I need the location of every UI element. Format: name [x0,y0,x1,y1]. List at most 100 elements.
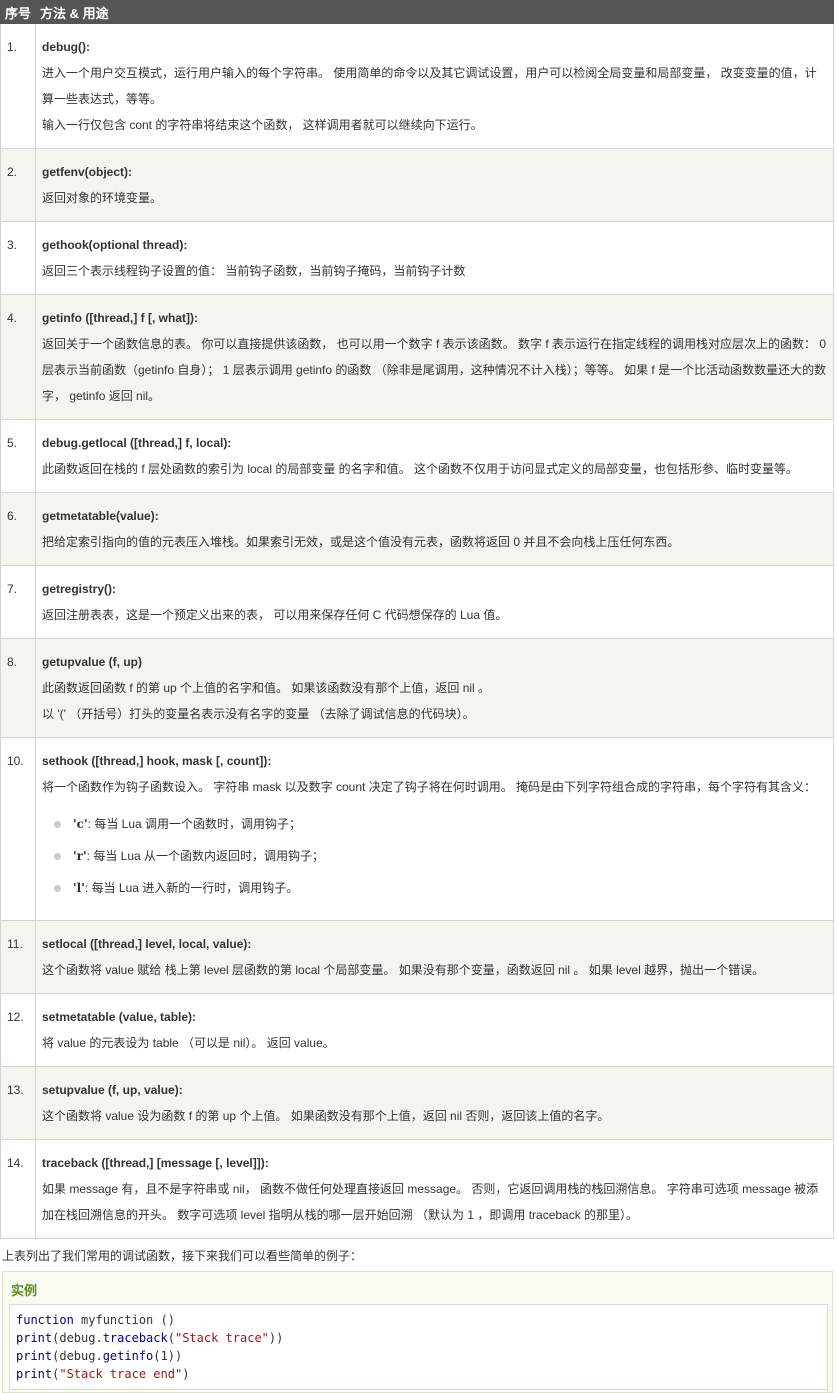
method-signature: traceback ([thread,] [message [, level]]… [42,1156,269,1170]
mask-char: 'c' [73,817,88,831]
code-token: (debug. [52,1331,103,1345]
method-signature: sethook ([thread,] hook, mask [, count])… [42,754,272,768]
code-token: (debug. [52,1349,103,1363]
row-content: getmetatable(value): 把给定索引指向的值的元表压入堆栈。如果索… [35,492,834,566]
code-line: print(debug.getinfo(1)) [16,1347,821,1365]
list-item: 'r': 每当 Lua 从一个函数内返回时，调用钩子； [54,840,827,872]
row-index: 12. [0,993,36,1067]
row-index: 14. [0,1139,36,1239]
mask-char: 'r' [73,849,87,863]
code-token: ( [167,1331,175,1345]
example-box: 实例 function myfunction () print(debug.tra… [2,1271,833,1393]
method-description: 将 value 的元表设为 table （可以是 nil）。 返回 value。 [42,1036,335,1050]
row-content: debug.getlocal ([thread,] f, local): 此函数返… [35,419,834,493]
row-content: sethook ([thread,] hook, mask [, count])… [35,737,834,921]
method-description: 输入一行仅包含 cont 的字符串将结束这个函数， 这样调用者就可以继续向下运行… [42,118,483,132]
row-content: getregistry(): 返回注册表表，这是一个预定义出来的表， 可以用来保存… [35,565,834,639]
method-description: 把给定索引指向的值的元表压入堆栈。如果索引无效，或是这个值没有元表，函数将返回 … [42,535,680,549]
method-signature: getupvalue (f, up) [42,655,142,669]
method-description: 这个函数将 value 设为函数 f 的第 up 个上值。 如果函数没有那个上值… [42,1109,610,1123]
row-index: 2. [0,148,36,222]
debug-functions-table: 序号 方法 & 用途 1. debug(): 进入一个用户交互模式，运行用户输入的每… [0,0,834,1239]
table-row: 5. debug.getlocal ([thread,] f, local): 此函… [0,419,834,493]
method-signature: setmetatable (value, table): [42,1010,197,1024]
table-row: 6. getmetatable(value): 把给定索引指向的值的元表压入堆栈。如… [0,492,834,566]
mask-description: : 每当 Lua 调用一个函数时，调用钩子； [87,817,302,831]
row-index: 13. [0,1066,36,1140]
code-block: function myfunction () print(debug.traceb… [9,1304,828,1390]
table-row: 1. debug(): 进入一个用户交互模式，运行用户输入的每个字符串。 使用简单的… [0,23,834,149]
code-token: getinfo [102,1349,154,1363]
method-signature: gethook(optional thread): [42,238,188,252]
row-index: 10. [0,737,36,921]
method-description: 此函数返回在栈的 f 层处函数的索引为 local 的局部变量 的名字和值。 这… [42,462,799,476]
bullet-icon [54,885,61,893]
code-token: function [16,1313,74,1327]
code-token: "Stack trace end" [59,1367,183,1381]
code-token: print [16,1349,53,1363]
bullet-icon [54,853,61,861]
table-row: 12. setmetatable (value, table): 将 value 的… [0,993,834,1067]
row-index: 11. [0,920,36,994]
code-token: ) [182,1367,190,1381]
code-token: "Stack trace" [174,1331,269,1345]
row-content: getupvalue (f, up) 此函数返回函数 f 的第 up 个上值的名字… [35,638,834,738]
list-item: 'c': 每当 Lua 调用一个函数时，调用钩子； [54,808,827,840]
method-signature: getinfo ([thread,] f [, what]): [42,311,198,325]
code-token: print [16,1367,53,1381]
method-signature: debug.getlocal ([thread,] f, local): [42,436,232,450]
row-content: gethook(optional thread): 返回三个表示线程钩子设置的值：… [35,221,834,295]
method-signature: getmetatable(value): [42,509,159,523]
method-description: 这个函数将 value 赋给 栈上第 level 层函数的第 local 个局部… [42,963,765,977]
code-token: (1)) [153,1349,183,1363]
intro-text: 上表列出了我们常用的调试函数，接下来我们可以看些简单的例子： [2,1249,363,1263]
method-description: 如果 message 有，且不是字符串或 nil， 函数不做任何处理直接返回 m… [42,1182,819,1222]
code-line: print("Stack trace end") [16,1365,821,1383]
method-signature: setlocal ([thread,] level, local, value)… [42,937,252,951]
row-content: setmetatable (value, table): 将 value 的元表设… [35,993,834,1067]
bullet-icon [54,821,61,829]
row-content: traceback ([thread,] [message [, level]]… [35,1139,834,1239]
code-token: myfunction () [73,1313,175,1327]
code-line: print(debug.traceback("Stack trace")) [16,1329,821,1347]
table-header-row: 序号 方法 & 用途 [0,0,834,24]
method-description: 进入一个用户交互模式，运行用户输入的每个字符串。 使用简单的命令以及其它调试设置… [42,66,817,106]
table-row: 2. getfenv(object): 返回对象的环境变量。 [0,148,834,222]
method-description: 返回注册表表，这是一个预定义出来的表， 可以用来保存任何 C 代码想保存的 Lu… [42,608,508,622]
row-index: 4. [0,294,36,420]
code-token: )) [268,1331,284,1345]
row-index: 3. [0,221,36,295]
list-item: 'l': 每当 Lua 进入新的一行时，调用钩子。 [54,872,827,904]
row-content: setlocal ([thread,] level, local, value)… [35,920,834,994]
method-signature: debug(): [42,40,90,54]
table-row: 4. getinfo ([thread,] f [, what]): 返回关于一个函… [0,294,834,420]
code-token: print [16,1331,53,1345]
row-content: getfenv(object): 返回对象的环境变量。 [35,148,834,222]
method-signature: setupvalue (f, up, value): [42,1083,183,1097]
method-description: 返回关于一个函数信息的表。 你可以直接提供该函数， 也可以用一个数字 f 表示该… [42,337,827,403]
table-row: 11. setlocal ([thread,] level, local, val… [0,920,834,994]
mask-description: : 每当 Lua 从一个函数内返回时，调用钩子； [86,849,325,863]
example-title: 实例 [11,1283,38,1298]
row-content: getinfo ([thread,] f [, what]): 返回关于一个函数信… [35,294,834,420]
method-description: 将一个函数作为钩子函数设入。 字符串 mask 以及数字 count 决定了钩子… [42,780,817,794]
method-description: 返回对象的环境变量。 [42,191,163,205]
row-index: 8. [0,638,36,738]
code-token: traceback [102,1331,168,1345]
mask-description: : 每当 Lua 进入新的一行时，调用钩子。 [84,881,299,895]
table-row: 7. getregistry(): 返回注册表表，这是一个预定义出来的表， 可以用来… [0,565,834,639]
row-index: 7. [0,565,36,639]
table-body: 1. debug(): 进入一个用户交互模式，运行用户输入的每个字符串。 使用简单的… [0,23,834,1239]
code-line: function myfunction () [16,1311,821,1329]
method-description: 此函数返回函数 f 的第 up 个上值的名字和值。 如果该函数没有那个上值，返回… [42,681,491,695]
method-description: 以 '(' （开括号）打头的变量名表示没有名字的变量 （去除了调试信息的代码块）… [42,707,475,721]
table-row: 8. getupvalue (f, up) 此函数返回函数 f 的第 up 个上值的… [0,638,834,738]
mask-options-list: 'c': 每当 Lua 调用一个函数时，调用钩子；'r': 每当 Lua 从一个… [42,808,827,904]
table-row: 13. setupvalue (f, up, value): 这个函数将 value… [0,1066,834,1140]
header-index: 序号 [0,0,36,24]
row-index: 1. [0,23,36,149]
table-row: 3. gethook(optional thread): 返回三个表示线程钩子设置的… [0,221,834,295]
row-index: 5. [0,419,36,493]
method-description: 返回三个表示线程钩子设置的值： 当前钩子函数，当前钩子掩码，当前钩子计数 [42,264,466,278]
table-row: 10. sethook ([thread,] hook, mask [, coun… [0,737,834,921]
